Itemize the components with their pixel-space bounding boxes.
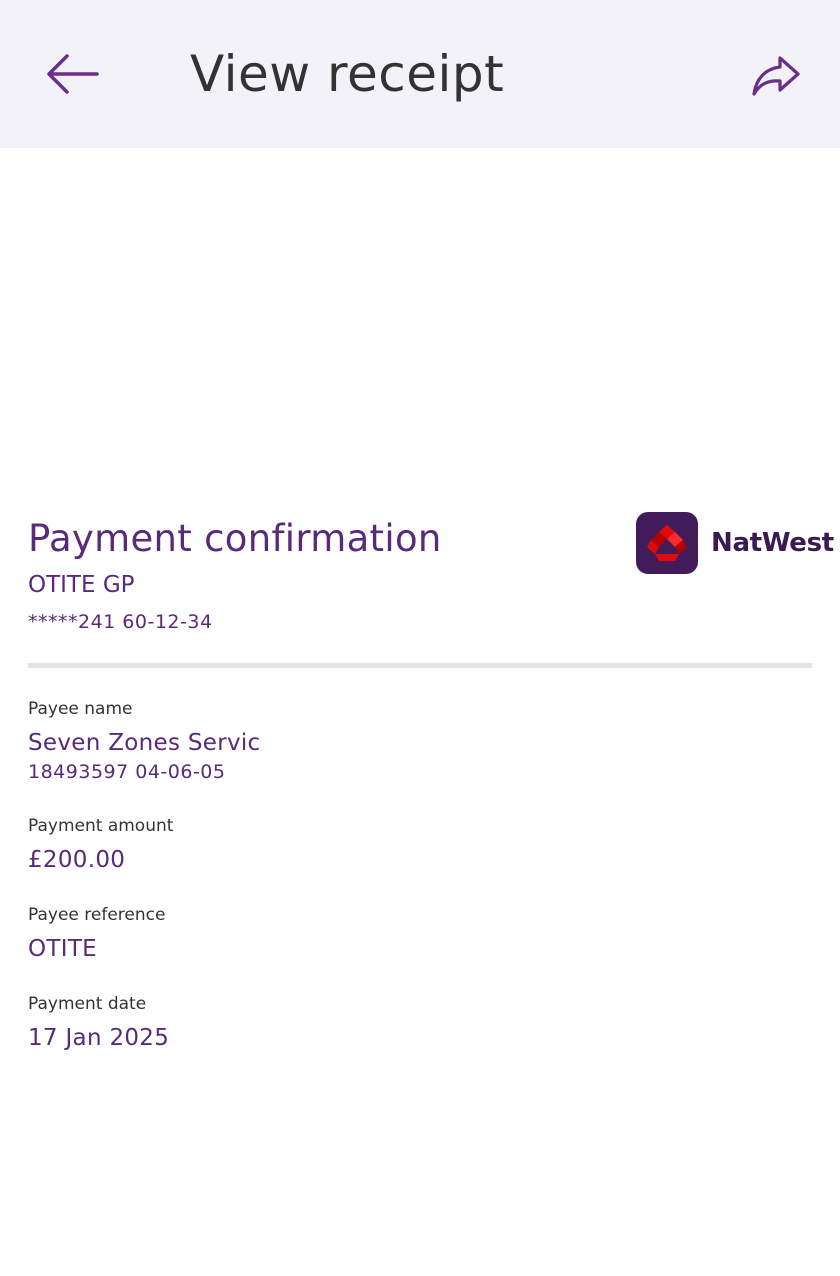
- back-button[interactable]: [40, 46, 104, 102]
- account-name: OTITE GP: [28, 572, 135, 598]
- natwest-logo-icon: [636, 512, 698, 574]
- payment-confirmation-heading: Payment confirmation: [28, 517, 442, 560]
- account-number: *****241 60-12-34: [28, 611, 213, 633]
- payee-reference-value: OTITE: [28, 936, 98, 962]
- payment-amount-label: Payment amount: [28, 816, 174, 836]
- payee-reference-label: Payee reference: [28, 905, 166, 925]
- page-title: View receipt: [190, 45, 505, 103]
- payee-account-details: 18493597 04-06-05: [28, 761, 226, 783]
- arrow-left-icon: [47, 54, 99, 94]
- bank-brand: NatWest: [636, 512, 834, 576]
- payment-date-value: 17 Jan 2025: [28, 1025, 170, 1051]
- divider: [28, 663, 812, 668]
- share-button[interactable]: [744, 48, 808, 104]
- payment-date-label: Payment date: [28, 994, 147, 1014]
- payee-name-label: Payee name: [28, 699, 133, 719]
- payee-name-value: Seven Zones Servic: [28, 730, 261, 756]
- payment-amount-value: £200.00: [28, 847, 126, 873]
- bank-name: NatWest: [711, 528, 834, 558]
- share-forward-icon: [752, 56, 800, 96]
- app-bar: View receipt: [0, 0, 840, 148]
